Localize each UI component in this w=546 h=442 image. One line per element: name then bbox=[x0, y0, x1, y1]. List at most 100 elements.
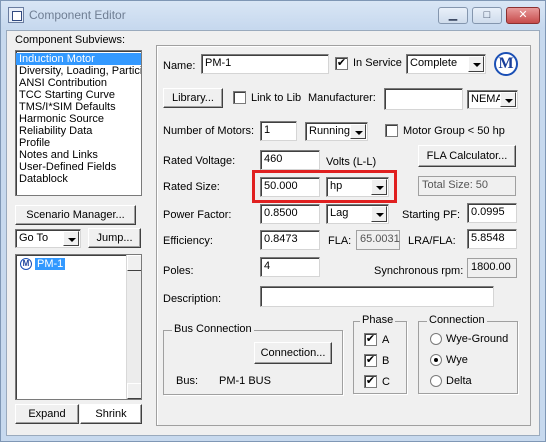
manufacturer-field[interactable] bbox=[384, 88, 463, 110]
power-factor-label: Power Factor: bbox=[163, 209, 232, 221]
subview-item[interactable]: Diversity, Loading, Particip bbox=[16, 65, 141, 77]
bus-label: Bus: bbox=[176, 375, 199, 387]
subview-item[interactable]: User-Defined Fields bbox=[16, 161, 141, 173]
bus-value: PM-1 BUS bbox=[219, 375, 271, 387]
window-title: Component Editor bbox=[29, 8, 126, 22]
standard-select[interactable]: NEMA bbox=[467, 90, 518, 109]
lra-fla-label: LRA/FLA: bbox=[408, 235, 456, 247]
standard-value: NEMA bbox=[471, 93, 503, 105]
starting-pf-label: Starting PF: bbox=[402, 209, 461, 221]
connection-button[interactable]: Connection... bbox=[254, 342, 332, 364]
subview-item[interactable]: TCC Starting Curve bbox=[16, 89, 141, 101]
total-size-display: Total Size: 50 bbox=[418, 176, 516, 196]
subview-item[interactable]: ANSI Contribution bbox=[16, 77, 141, 89]
subviews-list[interactable]: Induction Motor Diversity, Loading, Parti… bbox=[15, 50, 142, 196]
link-to-lib-checkbox[interactable] bbox=[233, 91, 246, 104]
starting-pf-field[interactable]: 0.0995 bbox=[467, 203, 517, 223]
rated-size-field[interactable]: 50.000 bbox=[260, 177, 320, 197]
connection-title: Connection bbox=[427, 314, 487, 326]
expand-button[interactable]: Expand bbox=[15, 404, 79, 424]
link-to-lib-label: Link to Lib bbox=[251, 92, 302, 104]
subview-item[interactable]: Notes and Links bbox=[16, 149, 141, 161]
subviews-label: Component Subviews: bbox=[15, 34, 126, 46]
name-field[interactable]: PM-1 bbox=[201, 54, 329, 74]
motor-group-label: Motor Group < 50 hp bbox=[403, 125, 505, 137]
jump-button[interactable]: Jump... bbox=[88, 228, 141, 248]
goto-value: Go To bbox=[19, 232, 49, 244]
phase-c-checkbox[interactable]: ✔ bbox=[364, 375, 377, 388]
connection-wye-ground-radio[interactable] bbox=[430, 333, 442, 345]
connection-delta-label: Delta bbox=[446, 375, 472, 387]
title-bar[interactable]: Component Editor ▁ □ ✕ bbox=[1, 1, 545, 29]
in-service-checkbox[interactable]: ✔ bbox=[335, 57, 348, 70]
app-icon bbox=[8, 7, 24, 23]
num-motors-field[interactable]: 1 bbox=[260, 121, 297, 141]
phase-b-checkbox[interactable]: ✔ bbox=[364, 354, 377, 367]
sync-rpm-label: Synchronous rpm: bbox=[374, 265, 464, 277]
efficiency-field[interactable]: 0.8473 bbox=[260, 230, 320, 250]
rated-voltage-field[interactable]: 460 bbox=[260, 150, 320, 170]
subview-item[interactable]: Harmonic Source bbox=[16, 113, 141, 125]
num-motors-label: Number of Motors: bbox=[163, 125, 255, 137]
rated-size-unit-value: hp bbox=[330, 180, 343, 192]
name-label: Name: bbox=[163, 60, 196, 72]
chevron-down-icon[interactable] bbox=[500, 92, 516, 107]
scenario-manager-button[interactable]: Scenario Manager... bbox=[15, 205, 136, 225]
motor-group-checkbox[interactable] bbox=[385, 124, 398, 137]
volts-unit-label: Volts (L-L) bbox=[326, 156, 377, 168]
subview-item[interactable]: Reliability Data bbox=[16, 125, 141, 137]
scroll-up-button[interactable] bbox=[127, 255, 141, 271]
phase-group: Phase bbox=[353, 314, 407, 394]
connection-wye-radio[interactable] bbox=[430, 354, 442, 366]
shrink-button[interactable]: Shrink bbox=[80, 404, 142, 424]
connection-wye-label: Wye bbox=[446, 354, 468, 366]
power-factor-field[interactable]: 0.8500 bbox=[260, 204, 320, 224]
lag-value: Lag bbox=[330, 207, 349, 219]
scroll-down-button[interactable] bbox=[127, 383, 141, 399]
rated-size-unit-select[interactable]: hp bbox=[326, 177, 389, 197]
lag-select[interactable]: Lag bbox=[326, 204, 389, 224]
minimize-button[interactable]: ▁ bbox=[438, 7, 468, 24]
phase-title: Phase bbox=[360, 314, 396, 326]
phase-a-checkbox[interactable]: ✔ bbox=[364, 333, 377, 346]
status-select[interactable]: Complete bbox=[406, 54, 486, 74]
phase-a-label: A bbox=[382, 334, 390, 346]
rated-voltage-label: Rated Voltage: bbox=[163, 155, 236, 167]
tree-item-pm1[interactable]: PM-1 bbox=[35, 258, 66, 270]
subview-item[interactable]: Profile bbox=[16, 137, 141, 149]
chevron-down-icon[interactable] bbox=[371, 206, 387, 222]
chevron-down-icon[interactable] bbox=[468, 56, 484, 72]
poles-field[interactable]: 4 bbox=[260, 257, 320, 277]
motor-icon: M bbox=[20, 258, 32, 270]
phase-c-label: C bbox=[382, 376, 390, 388]
running-select[interactable]: Running bbox=[305, 122, 368, 141]
description-field[interactable] bbox=[260, 286, 494, 307]
fla-display: 65.0031 bbox=[356, 230, 400, 250]
library-button[interactable]: Library... bbox=[163, 88, 223, 108]
chevron-down-icon[interactable] bbox=[350, 124, 366, 139]
connection-delta-radio[interactable] bbox=[430, 375, 442, 387]
goto-select[interactable]: Go To bbox=[15, 229, 81, 248]
fla-calculator-button[interactable]: FLA Calculator... bbox=[418, 145, 516, 167]
subview-item[interactable]: Datablock bbox=[16, 173, 141, 185]
chevron-down-icon[interactable] bbox=[63, 231, 79, 246]
component-tree[interactable]: M PM-1 bbox=[15, 254, 142, 400]
tree-scrollbar[interactable] bbox=[126, 255, 141, 399]
rated-size-label: Rated Size: bbox=[163, 181, 220, 193]
efficiency-label: Efficiency: bbox=[163, 235, 213, 247]
subview-item[interactable]: TMS/I*SIM Defaults bbox=[16, 101, 141, 113]
status-value: Complete bbox=[410, 57, 458, 69]
fla-label: FLA: bbox=[328, 235, 352, 247]
running-value: Running bbox=[309, 125, 350, 137]
close-button[interactable]: ✕ bbox=[506, 7, 540, 24]
bus-connection-title: Bus Connection bbox=[172, 323, 254, 335]
chevron-down-icon[interactable] bbox=[371, 179, 387, 195]
sync-rpm-display: 1800.00 bbox=[467, 258, 517, 278]
motor-logo-icon: M bbox=[494, 52, 518, 76]
connection-wye-ground-label: Wye-Ground bbox=[446, 333, 509, 345]
maximize-button[interactable]: □ bbox=[472, 7, 502, 24]
description-label: Description: bbox=[163, 293, 222, 305]
subview-item[interactable]: Induction Motor bbox=[16, 53, 141, 65]
lra-fla-field[interactable]: 5.8548 bbox=[467, 229, 517, 249]
phase-b-label: B bbox=[382, 355, 390, 367]
